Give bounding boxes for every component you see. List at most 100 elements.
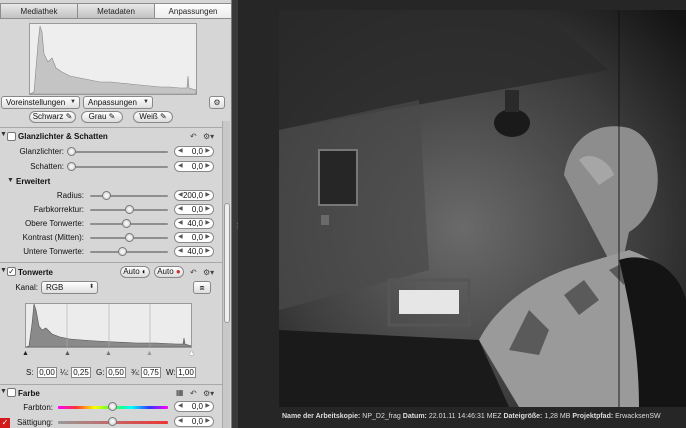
black-level-handle[interactable]: ▲ <box>22 350 29 357</box>
gray-level-field[interactable]: 0,50 <box>106 367 126 378</box>
reset-icon[interactable]: ↶ <box>190 132 197 141</box>
decrement-icon[interactable]: ◀ <box>178 417 183 426</box>
photo-preview[interactable] <box>279 10 686 407</box>
shadows-value-field[interactable]: ◀ 0,0 ▶ <box>174 161 214 172</box>
black-level-field[interactable]: 0,00 <box>37 367 57 378</box>
chevron-down-icon: ▼ <box>143 99 149 105</box>
decrement-icon[interactable]: ◀ <box>178 233 183 242</box>
low-tonal-width-slider-knob[interactable] <box>118 247 127 256</box>
radius-slider-knob[interactable] <box>102 191 111 200</box>
gear-menu-icon[interactable]: ⚙▾ <box>203 268 214 277</box>
gray-point-button[interactable]: Grau ✎ <box>81 111 123 123</box>
disclosure-triangle-icon[interactable]: ▼ <box>0 267 7 274</box>
mid-contrast-label: Kontrast (Mitten): <box>22 233 84 242</box>
project-path-label: Projektpfad: <box>572 413 614 420</box>
file-size-label: Dateigröße: <box>503 413 543 420</box>
adjustments-popup[interactable]: Anpassungen ▼ <box>83 96 153 109</box>
quarter-level-label: ¼: <box>60 368 69 377</box>
white-level-field[interactable]: 1,00 <box>176 367 196 378</box>
saturation-value-field[interactable]: ◀ 0,0 ▶ <box>174 416 214 427</box>
quarter-level-field[interactable]: 0,25 <box>71 367 91 378</box>
saturation-slider-knob[interactable] <box>108 417 117 426</box>
highlights-slider[interactable] <box>70 151 168 153</box>
levels-quarter-tones-button[interactable]: ⧈ <box>193 281 211 294</box>
advanced-title: Erweitert <box>16 177 51 186</box>
scrollbar-thumb[interactable] <box>224 203 230 323</box>
inspector-scrollbar[interactable] <box>222 121 230 428</box>
tab-metadata[interactable]: Metadaten <box>77 3 154 19</box>
increment-icon[interactable]: ▶ <box>205 402 210 411</box>
increment-icon[interactable]: ▶ <box>205 233 210 242</box>
warning-status-icon: ✓ <box>0 418 10 428</box>
decrement-icon[interactable]: ◀ <box>178 147 183 156</box>
decrement-icon[interactable]: ◀ <box>178 162 183 171</box>
three-quarter-level-handle[interactable]: ▲ <box>146 350 153 357</box>
histogram-graph <box>29 25 197 95</box>
shadows-slider-knob[interactable] <box>67 162 76 171</box>
decrement-icon[interactable]: ◀ <box>178 191 183 200</box>
white-level-handle[interactable]: ▲ <box>188 350 195 357</box>
mid-contrast-slider-knob[interactable] <box>125 233 134 242</box>
radius-value-field[interactable]: ◀ 200,0 ▶ <box>174 190 214 201</box>
shadows-slider[interactable] <box>70 166 168 168</box>
auto-levels-luminance-button[interactable]: Auto ◐ <box>120 266 150 278</box>
decrement-icon[interactable]: ◀ <box>178 247 183 256</box>
black-point-label: Schwarz <box>32 112 64 121</box>
gear-menu-icon[interactable]: ⚙▾ <box>203 132 214 141</box>
increment-icon[interactable]: ▶ <box>205 147 210 156</box>
levels-title: Tonwerte <box>18 268 53 277</box>
channel-popup[interactable]: RGB ⬍ <box>41 281 98 294</box>
main-histogram <box>29 23 197 95</box>
mid-contrast-value-field[interactable]: ◀ 0,0 ▶ <box>174 232 214 243</box>
black-point-button[interactable]: Schwarz ✎ <box>29 111 76 123</box>
decrement-icon[interactable]: ◀ <box>178 219 183 228</box>
increment-icon[interactable]: ▶ <box>205 417 210 426</box>
color-correction-value-field[interactable]: ◀ 0,0 ▶ <box>174 204 214 215</box>
white-level-label: W: <box>166 368 176 377</box>
highlights-label: Glanzlichter: <box>19 147 64 156</box>
gray-level-handle[interactable]: ▲ <box>105 350 112 357</box>
decrement-icon[interactable]: ◀ <box>178 402 183 411</box>
increment-icon[interactable]: ▶ <box>205 247 210 256</box>
disclosure-triangle-icon[interactable]: ▼ <box>0 388 7 395</box>
increment-icon[interactable]: ▶ <box>205 219 210 228</box>
tab-library[interactable]: Mediathek <box>0 3 77 19</box>
hue-slider-knob[interactable] <box>108 402 117 411</box>
low-tonal-width-value-field[interactable]: ◀ 40,0 ▶ <box>174 246 214 257</box>
eyedropper-icon: ✎ <box>108 112 116 121</box>
three-quarter-level-field[interactable]: 0,75 <box>141 367 161 378</box>
levels-histogram <box>25 303 192 348</box>
auto-levels-rgb-label: Auto <box>157 267 174 276</box>
highlights-shadows-checkbox[interactable] <box>7 132 16 141</box>
levels-checkbox[interactable]: ✓ <box>7 267 16 276</box>
high-tonal-width-slider-knob[interactable] <box>122 219 131 228</box>
adjustments-inspector: Mediathek Metadaten Anpassungen Voreinst… <box>0 0 232 428</box>
low-tonal-width-slider[interactable] <box>90 251 168 253</box>
disclosure-triangle-icon[interactable]: ▼ <box>7 177 14 184</box>
rgb-icon: ● <box>175 267 181 276</box>
divider <box>0 262 222 263</box>
color-correction-slider-knob[interactable] <box>125 205 134 214</box>
reset-icon[interactable]: ↶ <box>190 268 197 277</box>
highlights-value-field[interactable]: ◀ 0,0 ▶ <box>174 146 214 157</box>
auto-levels-rgb-button[interactable]: Auto ● <box>154 266 184 278</box>
disclosure-triangle-icon[interactable]: ▼ <box>0 131 7 138</box>
increment-icon[interactable]: ▶ <box>205 191 210 200</box>
decrement-icon[interactable]: ◀ <box>178 205 183 214</box>
settings-gear-button[interactable]: ⚙ <box>209 96 225 109</box>
gear-menu-icon[interactable]: ⚙▾ <box>203 389 214 398</box>
increment-icon[interactable]: ▶ <box>205 162 210 171</box>
hue-value-field[interactable]: ◀ 0,0 ▶ <box>174 401 214 412</box>
quarter-level-handle[interactable]: ▲ <box>64 350 71 357</box>
presets-popup[interactable]: Voreinstellungen ▼ <box>1 96 80 109</box>
highlights-slider-knob[interactable] <box>67 147 76 156</box>
tab-adjustments[interactable]: Anpassungen <box>154 3 231 19</box>
working-copy-name-value: NP_D2_frag <box>362 413 401 420</box>
high-tonal-width-value-field[interactable]: ◀ 40,0 ▶ <box>174 218 214 229</box>
grid-icon[interactable]: ▦ <box>176 388 184 397</box>
high-tonal-width-value: 40,0 <box>187 219 203 228</box>
increment-icon[interactable]: ▶ <box>205 205 210 214</box>
white-point-button[interactable]: Weiß ✎ <box>133 111 173 123</box>
color-checkbox[interactable] <box>7 388 16 397</box>
reset-icon[interactable]: ↶ <box>190 389 197 398</box>
